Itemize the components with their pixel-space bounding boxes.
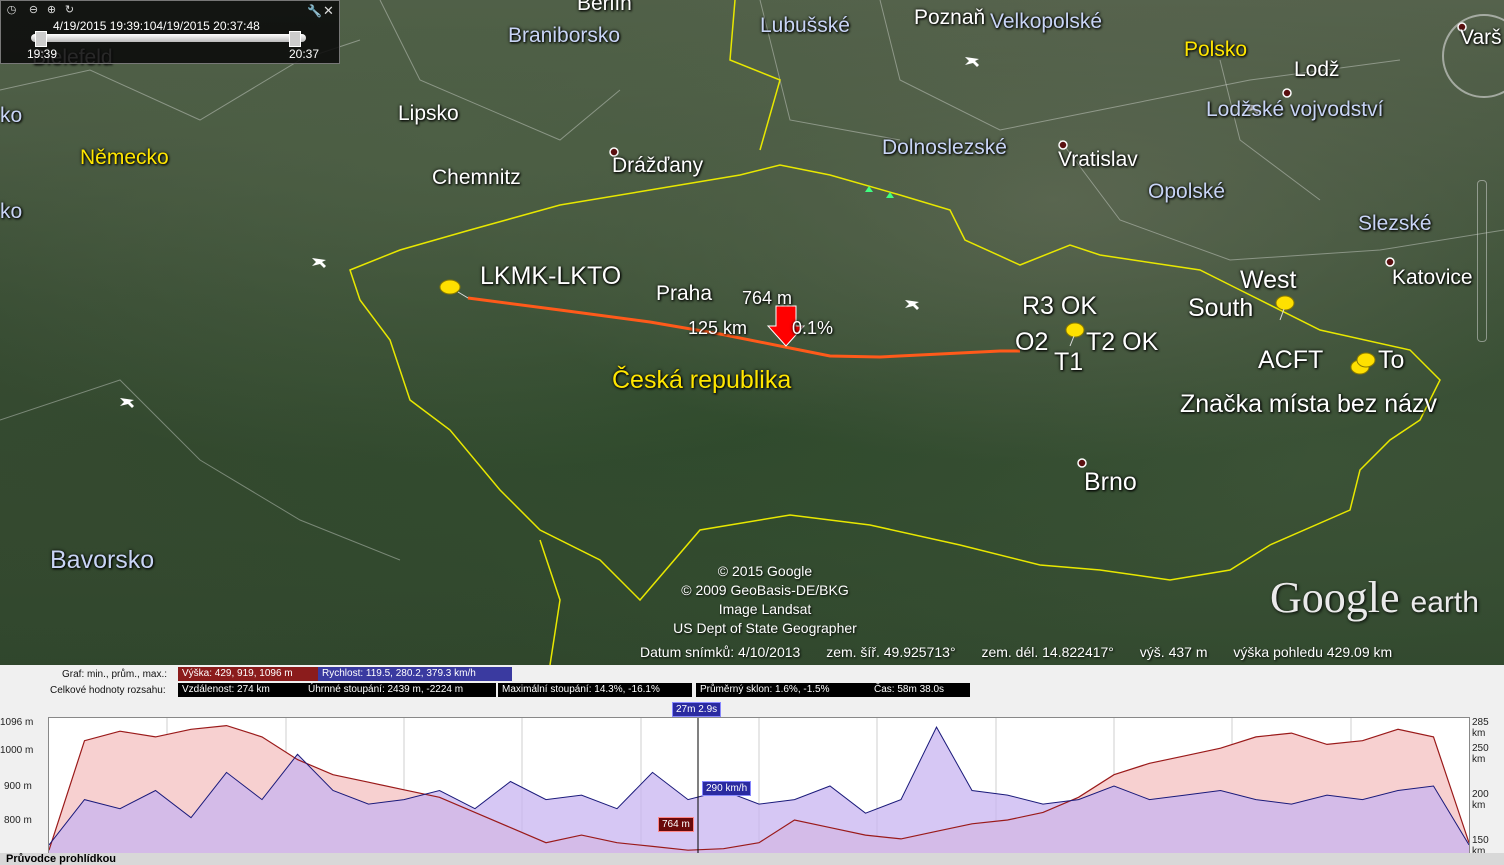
region-label: Slezské bbox=[1358, 212, 1432, 235]
city-label: Poznaň bbox=[914, 6, 986, 29]
placemark-label[interactable]: Značka místa bez názv bbox=[1180, 390, 1437, 419]
zoom-slider[interactable] bbox=[1477, 180, 1487, 342]
y-right-tick: 200 km bbox=[1472, 789, 1489, 811]
country-border bbox=[349, 164, 1441, 602]
y-left-tick: 900 m bbox=[4, 781, 32, 792]
y-right-tick: 250 km bbox=[1472, 743, 1489, 765]
region-label: Opolské bbox=[1148, 180, 1226, 203]
city-label: Lodž bbox=[1294, 58, 1340, 81]
cursor-elevation: 764 m bbox=[742, 288, 793, 308]
clock-icon[interactable]: ◷ bbox=[5, 4, 18, 17]
region-label: Lubušské bbox=[760, 14, 850, 37]
close-icon[interactable]: ✕ bbox=[323, 3, 334, 19]
placemark-label[interactable]: To bbox=[1378, 346, 1404, 375]
y-right-tick: 285 km bbox=[1472, 717, 1489, 739]
imagery-date: Datum snímků: 4/10/2013 bbox=[640, 644, 801, 660]
placemark-label[interactable]: LKMK-LKTO bbox=[480, 262, 621, 291]
cursor-speed-tag: 290 km/h bbox=[702, 781, 752, 796]
city-label: Drážďany bbox=[612, 154, 704, 177]
city-label: Brno bbox=[1084, 468, 1137, 496]
city-label: Berlín bbox=[577, 0, 632, 15]
elevation-readout: výš. 437 m bbox=[1139, 644, 1208, 660]
elevation-stats[interactable]: Výška: 429, 919, 1096 m bbox=[178, 667, 318, 681]
zoom-in-icon[interactable]: ⊕ bbox=[45, 4, 58, 17]
start-time: 19:39 bbox=[27, 47, 58, 61]
graph-label: Graf: min., prům., max.: bbox=[62, 669, 168, 680]
y-left-tick: 1000 m bbox=[0, 745, 34, 756]
y-left-tick: 800 m bbox=[4, 815, 32, 826]
time-slider-panel: ◷ ⊖ ⊕ ↻ 4/19/2015 19:39:104/19/2015 20:3… bbox=[0, 0, 340, 64]
latitude-readout: zem. šíř. 49.925713° bbox=[826, 644, 956, 660]
region-label: Bavorsko bbox=[50, 546, 155, 574]
region-label: Lodžské vojvodství bbox=[1206, 98, 1384, 121]
city-label: Vratislav bbox=[1058, 148, 1138, 171]
tour-guide-bar[interactable]: Průvodce prohlídkou bbox=[0, 853, 1504, 865]
cursor-slope: 0.1% bbox=[792, 318, 834, 338]
end-time: 20:37 bbox=[289, 47, 320, 61]
city-label: Katovice bbox=[1392, 266, 1473, 289]
profile-chart[interactable] bbox=[48, 718, 1470, 854]
imagery-attribution: © 2015 Google © 2009 GeoBasis-DE/BKG Ima… bbox=[620, 562, 910, 638]
elevation-profile-panel: Graf: min., prům., max.: Výška: 429, 919… bbox=[0, 665, 1504, 865]
time-range: 4/19/2015 19:39:104/19/2015 20:37:48 bbox=[53, 19, 260, 33]
max-slope: Maximální stoupání: 14.3%, -16.1% bbox=[498, 683, 692, 697]
region-label: Dolnoslezské bbox=[882, 136, 1007, 159]
y-left-tick: 1096 m bbox=[0, 717, 34, 728]
end-handle[interactable] bbox=[289, 31, 301, 47]
placemark-label[interactable]: T1 bbox=[1054, 348, 1083, 377]
placemark-label[interactable]: West bbox=[1240, 266, 1297, 295]
placemark-label[interactable]: O2 bbox=[1015, 328, 1048, 357]
attribution-line: © 2009 GeoBasis-DE/BKG bbox=[681, 582, 849, 598]
cursor-elev-tag: 764 m bbox=[658, 817, 694, 832]
region-label: Braniborsko bbox=[508, 24, 621, 47]
refresh-icon[interactable]: ↻ bbox=[63, 4, 76, 17]
city-label: Lipsko bbox=[398, 102, 459, 125]
start-handle[interactable] bbox=[35, 31, 47, 47]
distance-total: Vzdálenost: 274 km bbox=[178, 683, 304, 697]
eye-altitude-readout: výška pohledu 429.09 km bbox=[1233, 644, 1393, 660]
cursor-time-tag: 27m 2.9s bbox=[672, 702, 722, 717]
profile-plot[interactable] bbox=[48, 717, 1470, 855]
google-earth-logo: Google earth bbox=[1270, 572, 1479, 623]
logo-earth: earth bbox=[1410, 586, 1479, 619]
attribution-line: US Dept of State Geographer bbox=[673, 620, 857, 636]
city-label: Praha bbox=[656, 282, 713, 305]
placemark-label[interactable]: South bbox=[1188, 294, 1253, 323]
placemark-label[interactable]: ACFT bbox=[1258, 346, 1323, 375]
attribution-line: Image Landsat bbox=[718, 601, 812, 617]
region-label: Velkopolské bbox=[990, 10, 1103, 33]
time-track[interactable] bbox=[31, 34, 306, 42]
country-label-main: Česká republika bbox=[612, 366, 792, 394]
cursor-distance: 125 km bbox=[688, 318, 748, 338]
longitude-readout: zem. dél. 14.822417° bbox=[981, 644, 1114, 660]
map-view[interactable]: Berlín Braniborsko Lubušské Poznaň Velko… bbox=[0, 0, 1504, 665]
wrench-icon[interactable]: 🔧 bbox=[307, 4, 322, 18]
attribution-line: © 2015 Google bbox=[717, 563, 813, 579]
avg-slope: Průměrný sklon: 1.6%, -1.5% bbox=[696, 683, 870, 697]
region-label-edge: ko bbox=[0, 200, 23, 223]
zoom-out-icon[interactable]: ⊖ bbox=[27, 4, 40, 17]
country-border-west bbox=[539, 539, 561, 665]
country-label: Polsko bbox=[1184, 38, 1248, 61]
placemark-label[interactable]: R3 OK bbox=[1022, 292, 1097, 321]
time-total: Čas: 58m 38.0s bbox=[870, 683, 970, 697]
placemark-label[interactable]: T2 OK bbox=[1086, 328, 1158, 357]
country-label: Německo bbox=[80, 146, 169, 169]
logo-google: Google bbox=[1270, 573, 1400, 622]
region-label-edge: ko bbox=[0, 104, 23, 127]
climb-total: Úhrnné stoupání: 2439 m, -2224 m bbox=[304, 683, 496, 697]
city-label: Chemnitz bbox=[432, 166, 521, 189]
speed-stats[interactable]: Rychlost: 119.5, 280.2, 379.3 km/h bbox=[318, 667, 512, 681]
status-bar: Datum snímků: 4/10/2013 zem. šíř. 49.925… bbox=[640, 644, 1414, 660]
totals-label: Celkové hodnoty rozsahu: bbox=[50, 685, 166, 696]
